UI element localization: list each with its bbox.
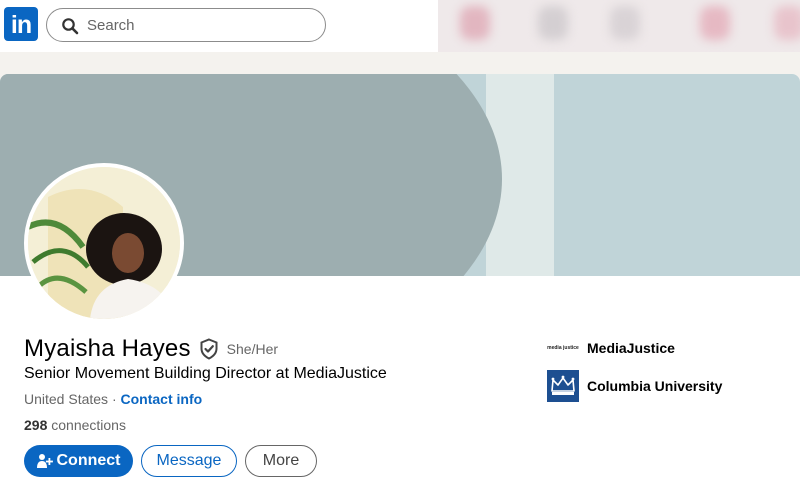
blurred-nav-icons [438,0,800,52]
profile-location: United States [24,391,109,407]
profile-avatar[interactable] [24,163,184,323]
verified-shield-icon[interactable] [199,338,219,360]
top-nav-bar: in [0,0,800,52]
contact-info-link[interactable]: Contact info [121,391,203,407]
profile-name: Myaisha Hayes [24,335,191,362]
profile-actions: Connect Message More [24,445,317,477]
profile-card: Myaisha Hayes She/Her Senior Movement Bu… [0,74,800,498]
connect-button[interactable]: Connect [24,445,133,477]
org-name: Columbia University [587,378,723,394]
columbia-crown-logo [547,370,579,402]
more-button[interactable]: More [245,445,317,477]
search-input[interactable] [87,15,307,35]
message-button[interactable]: Message [141,445,237,477]
add-person-icon [36,454,53,468]
linkedin-logo[interactable]: in [4,7,38,41]
connections-count: 298 connections [24,417,126,433]
org-item-columbia[interactable]: Columbia University [547,370,722,402]
avatar-photo [28,167,180,319]
profile-name-row: Myaisha Hayes She/Her [24,333,278,365]
org-item-mediajustice[interactable]: media justice MediaJustice [547,332,675,364]
org-name: MediaJustice [587,340,675,356]
connect-label: Connect [56,452,121,469]
search-icon [62,18,79,35]
crown-icon [551,375,575,395]
mediajustice-logo: media justice [547,332,579,364]
profile-headline: Senior Movement Building Director at Med… [24,365,387,382]
connections-label: connections [47,417,126,433]
search-box[interactable] [46,8,326,42]
profile-pronouns: She/Her [226,341,279,357]
connections-number: 298 [24,417,48,433]
profile-location-row: United States · Contact info [24,391,202,407]
location-separator: · [108,391,121,407]
